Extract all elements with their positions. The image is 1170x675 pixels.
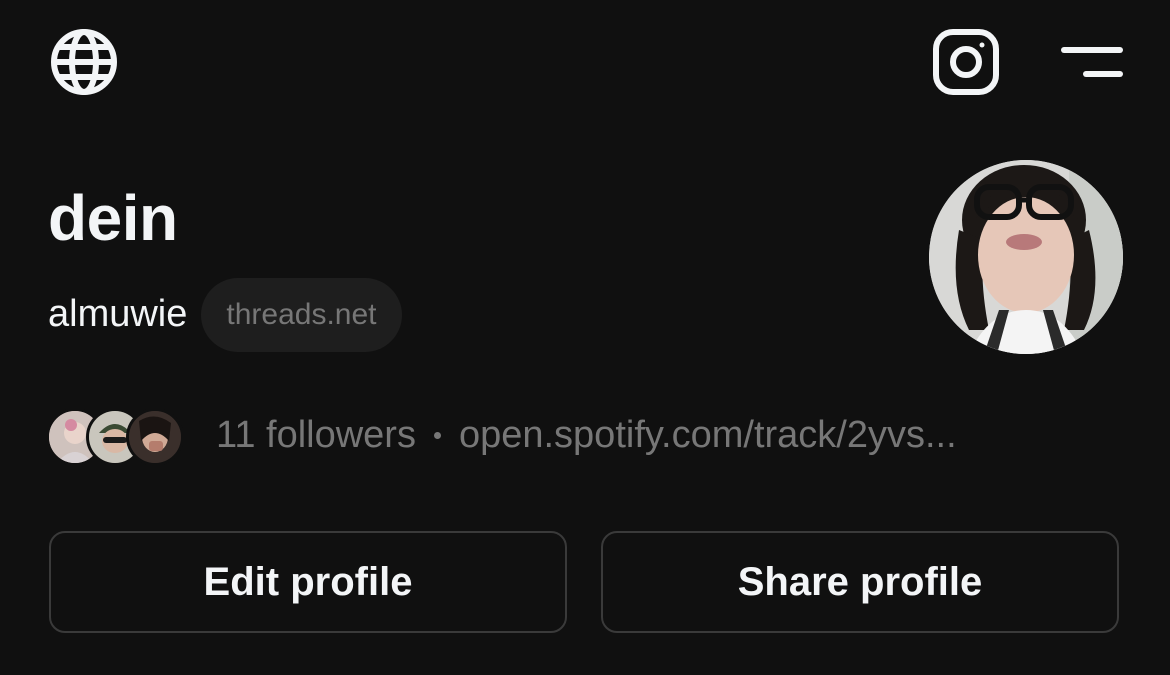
instagram-icon[interactable] [928,24,1004,100]
profile-meta: 11 followers open.spotify.com/track/2yvs… [216,414,1128,457]
domain-badge[interactable]: threads.net [201,277,402,352]
profile-link[interactable]: open.spotify.com/track/2yvs... [459,414,957,457]
share-profile-button[interactable]: Share profile [601,531,1119,633]
profile-username: almuwie [48,293,188,335]
follower-avatars[interactable] [46,406,188,466]
avatar[interactable] [929,160,1123,354]
separator-dot [433,431,441,439]
followers-count[interactable]: 11 followers [216,414,416,457]
handle-row: almuwie threads.net [48,277,402,352]
profile-display-name: dein [48,182,178,254]
followers-row: 11 followers open.spotify.com/track/2yvs… [46,405,1128,466]
edit-profile-button[interactable]: Edit profile [49,531,567,633]
globe-icon[interactable] [46,24,122,100]
menu-icon[interactable] [1056,38,1128,86]
follower-avatar [126,408,184,466]
